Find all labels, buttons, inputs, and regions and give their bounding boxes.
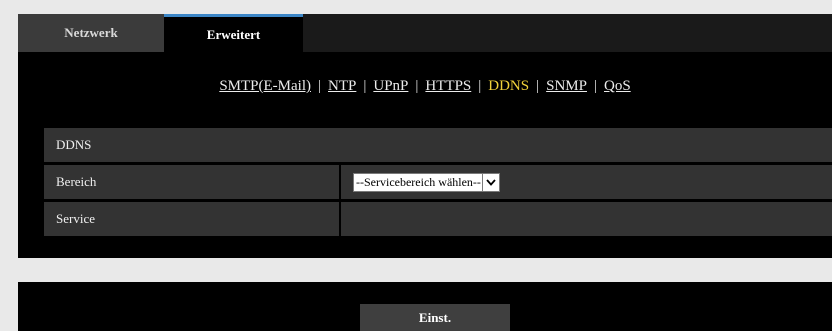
- tab-bar: Netzwerk Erweitert: [18, 14, 832, 52]
- ddns-settings-table: DDNS Bereich --Servicebereich wählen-- S…: [44, 128, 832, 239]
- settings-panel: SMTP(E-Mail) | NTP | UPnP | HTTPS | DDNS | SNMP | Qo…: [18, 52, 832, 258]
- settings-row-bereich: Bereich --Servicebereich wählen--: [44, 165, 832, 199]
- subnav-separator: |: [536, 78, 540, 94]
- row-value-bereich: --Servicebereich wählen--: [353, 165, 500, 199]
- service-area-select[interactable]: --Servicebereich wählen--: [353, 172, 500, 192]
- subnav-separator: |: [317, 78, 321, 94]
- subnav-separator: |: [593, 78, 597, 94]
- service-area-select-value: --Servicebereich wählen--: [356, 174, 481, 189]
- subnav-link-qos[interactable]: QoS: [604, 78, 631, 94]
- subnav-link-ddns[interactable]: DDNS: [488, 78, 529, 94]
- column-divider: [339, 202, 341, 236]
- subnav-separator: |: [363, 78, 367, 94]
- subnav-separator: |: [415, 78, 419, 94]
- subnav-link-ntp[interactable]: NTP: [328, 78, 356, 94]
- settings-page: Netzwerk Erweitert SMTP(E-Mail) | NTP | UPnP…: [0, 0, 832, 331]
- section-header-row: DDNS: [44, 128, 832, 162]
- apply-button[interactable]: Einst.: [360, 304, 510, 331]
- subnav-separator: |: [478, 78, 482, 94]
- footer-bar: Einst.: [18, 282, 832, 331]
- subnav-link-snmp[interactable]: SNMP: [546, 78, 587, 94]
- section-title: DDNS: [56, 137, 92, 152]
- subnav: SMTP(E-Mail) | NTP | UPnP | HTTPS | DDNS | SNMP | Qo…: [18, 78, 832, 95]
- subnav-link-smtp[interactable]: SMTP(E-Mail): [219, 78, 311, 94]
- subnav-link-https[interactable]: HTTPS: [425, 78, 471, 94]
- tab-erweitert[interactable]: Erweitert: [164, 14, 303, 52]
- column-divider: [339, 165, 341, 199]
- row-label-service: Service: [56, 211, 95, 226]
- chevron-down-icon[interactable]: [481, 173, 499, 191]
- subnav-link-upnp[interactable]: UPnP: [373, 78, 408, 94]
- separator-band: [18, 258, 832, 282]
- row-label-bereich: Bereich: [56, 174, 97, 189]
- tab-netzwerk[interactable]: Netzwerk: [18, 14, 164, 52]
- settings-row-service: Service: [44, 202, 832, 236]
